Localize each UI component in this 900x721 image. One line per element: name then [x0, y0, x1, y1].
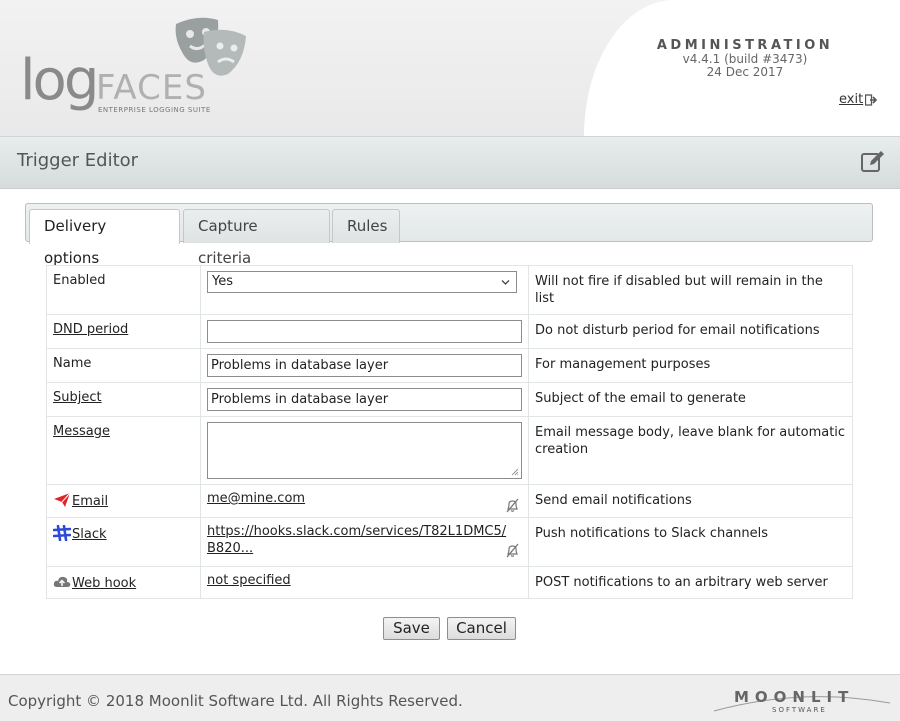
- name-description: For management purposes: [528, 348, 853, 383]
- row-slack: Slack https://hooks.slack.com/services/T…: [46, 517, 853, 567]
- admin-title: ADMINISTRATION: [656, 38, 834, 53]
- tab-bar: Delivery options Capture criteria Rules: [25, 203, 873, 267]
- slack-value-link[interactable]: https://hooks.slack.com/services/T82L1DM…: [207, 523, 512, 557]
- message-textarea[interactable]: [207, 422, 522, 479]
- logo-tagline: ENTERPRISE LOGGING SUITE: [98, 106, 211, 114]
- save-button[interactable]: Save: [383, 617, 440, 640]
- page-titlebar: Trigger Editor: [0, 136, 900, 189]
- dnd-description: Do not disturb period for email notifica…: [528, 314, 853, 349]
- page-title: Trigger Editor: [17, 150, 139, 171]
- enabled-select-value: Yes: [212, 274, 233, 289]
- enabled-label: Enabled: [46, 265, 201, 315]
- moonlit-subtext: SOFTWARE: [772, 706, 827, 714]
- cancel-button[interactable]: Cancel: [447, 617, 516, 640]
- dnd-period-input[interactable]: [207, 320, 522, 343]
- row-message: Message Email message body, leave blank …: [46, 416, 853, 485]
- name-input[interactable]: [207, 354, 522, 377]
- row-web-hook: Web hook not specified POST notification…: [46, 566, 853, 599]
- row-subject: Subject Subject of the email to generate: [46, 382, 853, 417]
- exit-link[interactable]: exit: [839, 92, 878, 107]
- tab-delivery-options[interactable]: Delivery options: [29, 209, 180, 267]
- enabled-description: Will not fire if disabled but will remai…: [528, 265, 853, 315]
- subject-description: Subject of the email to generate: [528, 382, 853, 417]
- enabled-select[interactable]: Yes: [207, 271, 517, 293]
- admin-info: ADMINISTRATION v4.4.1 (build #3473) 24 D…: [650, 38, 840, 79]
- row-enabled: Enabled Yes Will not fire if disabled bu…: [46, 265, 853, 315]
- slack-icon: [53, 525, 71, 541]
- page-footer: Copyright © 2018 Moonlit Software Ltd. A…: [0, 674, 900, 721]
- paper-plane-icon: [54, 492, 71, 507]
- name-label: Name: [46, 348, 201, 383]
- cloud-upload-icon: [53, 576, 71, 587]
- row-dnd-period: DND period Do not disturb period for ema…: [46, 314, 853, 349]
- web-hook-description: POST notifications to an arbitrary web s…: [528, 566, 853, 599]
- trigger-form: Enabled Yes Will not fire if disabled bu…: [46, 265, 853, 599]
- web-hook-value-link[interactable]: not specified: [207, 573, 291, 588]
- chevron-down-icon: [501, 280, 510, 285]
- slack-link[interactable]: Slack: [72, 527, 107, 542]
- bell-off-icon[interactable]: [505, 543, 520, 558]
- row-email: Email me@mine.com Send email notificatio…: [46, 484, 853, 518]
- email-description: Send email notifications: [528, 484, 853, 518]
- exit-label: exit: [839, 92, 864, 107]
- moonlit-wordmark: MOONLIT: [734, 688, 855, 706]
- bell-off-icon[interactable]: [505, 498, 520, 513]
- subject-input[interactable]: [207, 388, 522, 411]
- logo-faces-text: FACES: [96, 68, 207, 108]
- email-value-link[interactable]: me@mine.com: [207, 491, 305, 506]
- resize-grip-icon[interactable]: [511, 468, 519, 476]
- logo-log-text: log: [20, 48, 99, 113]
- message-description: Email message body, leave blank for auto…: [528, 416, 853, 485]
- tab-capture-criteria[interactable]: Capture criteria: [183, 209, 330, 267]
- email-link[interactable]: Email: [72, 494, 108, 509]
- message-link[interactable]: Message: [53, 424, 110, 439]
- slack-description: Push notifications to Slack channels: [528, 517, 853, 567]
- dnd-period-link[interactable]: DND period: [53, 322, 128, 337]
- tab-rules[interactable]: Rules: [332, 209, 400, 243]
- moonlit-logo: MOONLIT SOFTWARE: [712, 687, 892, 717]
- logfaces-logo: log FACES ENTERPRISE LOGGING SUITE: [20, 12, 260, 122]
- build-date: 24 Dec 2017: [706, 65, 784, 79]
- row-name: Name For management purposes: [46, 348, 853, 383]
- edit-icon[interactable]: [860, 149, 886, 175]
- subject-link[interactable]: Subject: [53, 390, 102, 405]
- copyright-text: Copyright © 2018 Moonlit Software Ltd. A…: [8, 692, 463, 710]
- exit-icon: [865, 93, 878, 106]
- web-hook-link[interactable]: Web hook: [72, 576, 136, 591]
- app-header: log FACES ENTERPRISE LOGGING SUITE ADMIN…: [0, 0, 900, 136]
